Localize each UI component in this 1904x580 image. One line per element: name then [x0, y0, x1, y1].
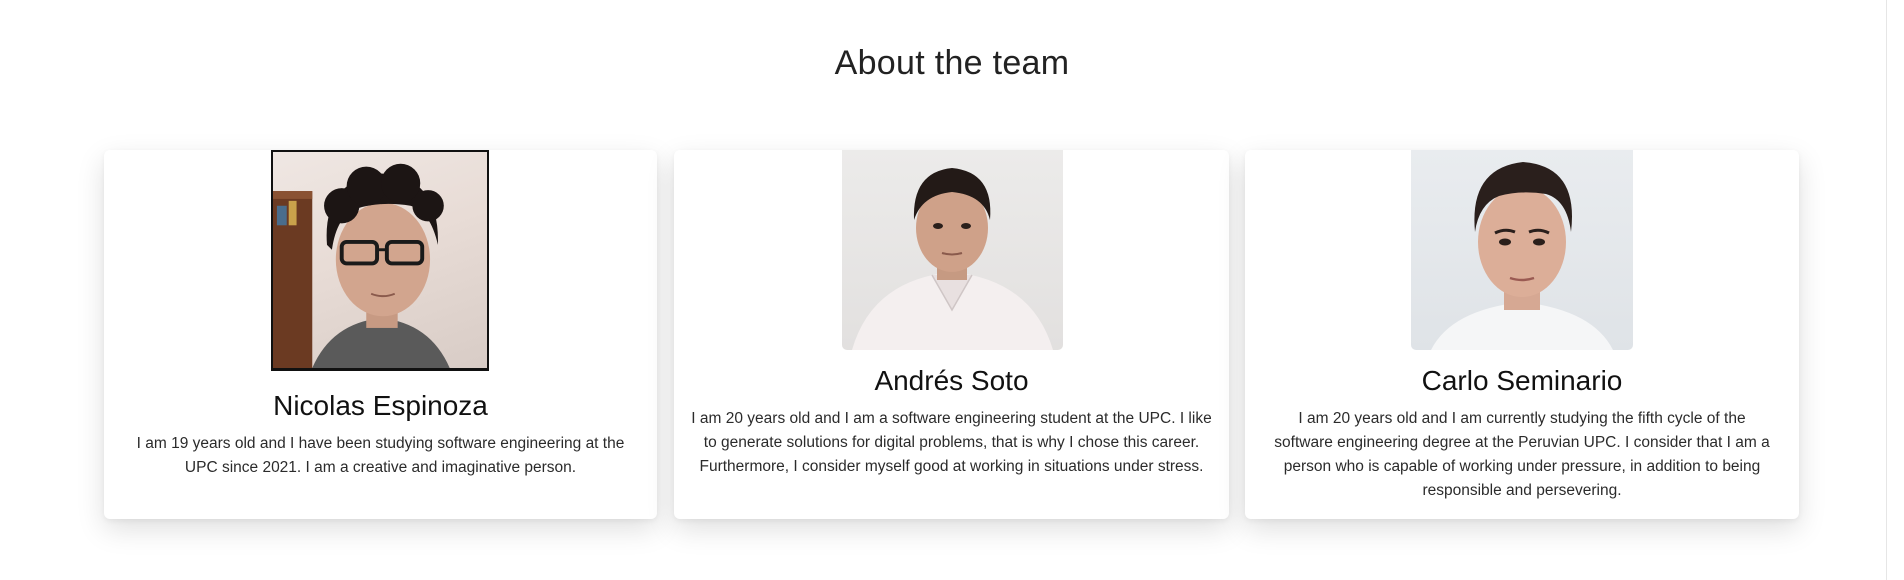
team-member-bio: I am 20 years old and I am currently stu…: [1274, 410, 1770, 499]
team-member-name: Andrés Soto: [874, 365, 1029, 396]
team-member-bio: I am 20 years old and I am a software en…: [691, 410, 1212, 475]
section-title: About the team: [834, 44, 1070, 82]
team-member-card: Nicolas Espinoza I am 19 years old and I…: [104, 150, 657, 519]
team-member-card: Carlo Seminario I am 20 years old and I …: [1245, 150, 1799, 519]
team-member-card: Andrés Soto I am 20 years old and I am a…: [674, 150, 1229, 519]
team-member-name: Nicolas Espinoza: [273, 390, 488, 421]
team-member-photo: [842, 150, 1063, 350]
about-team-page: About the team Nicolas Espinoza I am 19 …: [0, 0, 1904, 580]
team-member-photo: [271, 150, 489, 371]
team-member-name: Carlo Seminario: [1421, 365, 1623, 396]
team-member-bio: I am 19 years old and I have been studyi…: [136, 435, 625, 476]
scrollbar[interactable]: [1886, 0, 1904, 580]
team-member-photo: [1411, 150, 1633, 350]
